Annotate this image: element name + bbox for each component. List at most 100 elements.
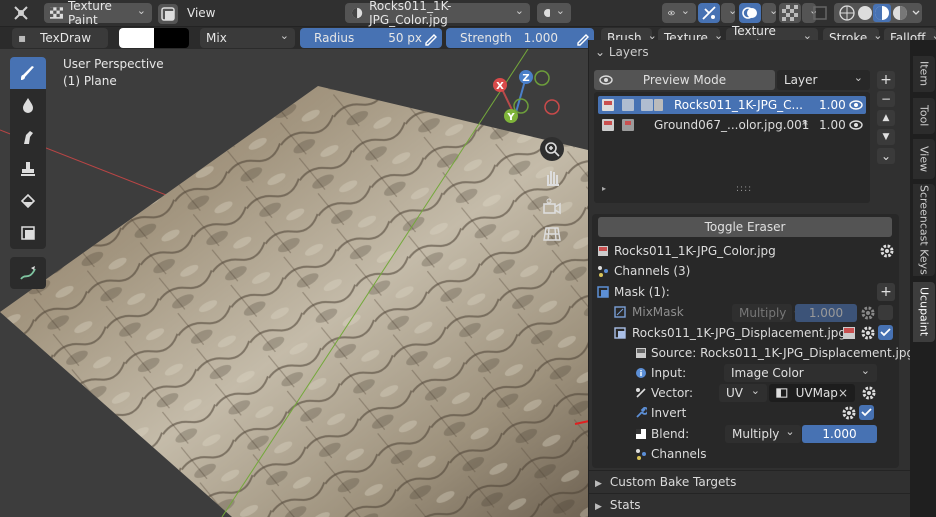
stamp-icon <box>21 162 35 176</box>
layers-header[interactable]: ⌄ Layers <box>595 45 649 59</box>
mixmask-value[interactable]: 1.000 <box>795 304 857 322</box>
move-down-button[interactable]: ▼ <box>877 129 895 145</box>
shading-wire[interactable] <box>812 3 828 23</box>
visibility-dropdown[interactable] <box>662 3 696 23</box>
blend-value-slider[interactable]: 1.000 <box>802 425 877 443</box>
layer-opacity-2[interactable]: 1.00 <box>819 118 846 132</box>
editor-type-selector[interactable] <box>6 3 40 23</box>
custom-bake-label: Custom Bake Targets <box>609 475 737 489</box>
tab-item[interactable]: Item <box>913 56 935 92</box>
list-menu-button[interactable]: ⌄ <box>877 148 895 164</box>
move-up-button[interactable]: ▲ <box>877 110 895 126</box>
layer-opacity-1[interactable]: 1.00 <box>819 98 846 112</box>
gear-icon[interactable] <box>860 305 876 321</box>
layer-list[interactable]: Rocks011_1K-JPG_C... 1.00 Ground067_...o… <box>594 92 870 203</box>
shading-dot-dropdown[interactable] <box>537 3 571 23</box>
vector-type-dropdown[interactable]: UV <box>719 384 767 402</box>
mixmask-label[interactable]: MixMask <box>632 305 684 319</box>
toggle-eraser-button[interactable]: Toggle Eraser <box>598 217 892 237</box>
list-expand-arrow[interactable]: ▸ <box>602 184 606 193</box>
mask-source[interactable]: Source: Rocks011_1K-JPG_Displacement.jpg <box>651 346 914 360</box>
camera-button[interactable] <box>542 197 562 217</box>
tab-screencast-keys[interactable]: Screencast Keys <box>913 184 935 276</box>
shading-modes[interactable] <box>834 3 922 23</box>
primary-color[interactable] <box>119 28 154 48</box>
mask-icon <box>21 226 35 240</box>
strength-slider[interactable]: Strength 1.000 <box>446 28 594 48</box>
mask-title[interactable]: Mask (1): <box>614 285 670 299</box>
mixmask-checkbox[interactable] <box>878 305 893 320</box>
invert-checkbox[interactable] <box>859 405 874 420</box>
mixmask-blend-dropdown[interactable]: Multiply <box>732 304 792 322</box>
channels-label[interactable]: Channels <box>651 447 707 461</box>
annotate-tool[interactable] <box>10 257 46 289</box>
tab-item-label: Item <box>917 61 931 87</box>
smear-tool[interactable] <box>10 121 46 153</box>
vector-icon <box>636 388 646 398</box>
tab-ucupaint[interactable]: Ucupaint <box>913 282 935 342</box>
radius-slider[interactable]: Radius 50 px <box>300 28 442 48</box>
material-image-name[interactable]: Rocks011_1K-JPG_Color.jpg <box>614 244 776 258</box>
gizmo-icon <box>702 6 716 20</box>
mode-dropdown[interactable]: Texture Paint <box>44 0 152 27</box>
gear-icon[interactable] <box>879 243 895 259</box>
check-icon <box>861 408 872 417</box>
overlays-dropdown[interactable] <box>762 3 776 23</box>
image-selector[interactable]: Rocks011_1K-JPG_Color.jpg <box>345 0 530 27</box>
uv-icon <box>776 388 788 398</box>
secondary-color[interactable] <box>154 28 189 48</box>
mask-item-name[interactable]: Rocks011_1K-JPG_Displacement.jpg <box>632 326 846 340</box>
add-mask-button[interactable]: + <box>877 283 895 301</box>
layer-name-2[interactable]: Ground067_...olor.jpg.001 <box>654 118 809 132</box>
brush-selector[interactable]: ▪ TexDraw <box>12 28 108 48</box>
close-icon[interactable]: × <box>838 386 848 400</box>
custom-bake-header[interactable]: ▶ Custom Bake Targets <box>595 475 736 489</box>
mask-icon <box>597 286 609 298</box>
ortho-button[interactable] <box>542 224 562 244</box>
add-layer-button[interactable]: + <box>877 71 895 89</box>
gear-icon[interactable] <box>861 385 877 401</box>
list-resize-handle[interactable]: :::: <box>736 184 752 194</box>
eye-icon[interactable] <box>849 100 863 110</box>
tab-ucupaint-label: Ucupaint <box>917 287 931 337</box>
tab-view[interactable]: View <box>913 139 935 179</box>
tab-tool[interactable]: Tool <box>913 98 935 134</box>
gear-icon[interactable] <box>860 325 876 341</box>
pen-pressure-icon[interactable] <box>423 30 439 46</box>
clone-tool[interactable] <box>10 153 46 185</box>
eye-icon[interactable] <box>849 120 863 130</box>
gear-icon[interactable] <box>841 405 857 421</box>
gizmo-dropdown[interactable] <box>721 3 735 23</box>
mask-enable-checkbox[interactable] <box>878 325 893 340</box>
draw-tool[interactable] <box>10 57 46 89</box>
pan-button[interactable] <box>542 167 562 187</box>
channels-count[interactable]: Channels (3) <box>614 264 690 278</box>
input-dropdown[interactable]: Image Color <box>724 364 877 382</box>
color-swatches[interactable] <box>119 28 189 48</box>
remove-layer-button[interactable]: − <box>877 91 895 107</box>
chevron-right-icon: ▶ <box>595 479 602 489</box>
image-name: Rocks011_1K-JPG_Color.jpg <box>369 0 452 27</box>
wrench-icon <box>636 407 647 418</box>
view-menu[interactable]: View <box>187 6 215 20</box>
annotate-icon <box>20 266 36 280</box>
layer-name-1[interactable]: Rocks011_1K-JPG_C... <box>674 98 803 112</box>
mask-tool[interactable] <box>10 217 46 249</box>
overlay-toggle[interactable] <box>158 4 178 24</box>
stats-header[interactable]: ▶ Stats <box>595 498 641 512</box>
blend-mode-dropdown[interactable]: Multiply <box>725 425 801 443</box>
image-icon[interactable] <box>841 325 857 341</box>
fill-tool[interactable] <box>10 185 46 217</box>
3d-viewport[interactable]: User Perspective (1) Plane X Z Y <box>0 49 588 517</box>
gizmo-z-label: Z <box>522 73 529 84</box>
soften-tool[interactable] <box>10 89 46 121</box>
xray-toggle[interactable] <box>779 3 801 23</box>
zoom-button[interactable] <box>540 137 564 161</box>
layer-dropdown[interactable]: Layer <box>777 70 870 90</box>
gizmo-toggle[interactable] <box>698 3 720 23</box>
uvmap-field[interactable]: UVMap × <box>769 384 855 402</box>
overlays-toggle[interactable] <box>739 3 761 23</box>
blend-mode-dropdown[interactable]: Mix <box>200 28 295 48</box>
navigation-gizmo[interactable]: X Z Y <box>488 66 568 146</box>
preview-mode-button[interactable]: Preview Mode <box>594 70 775 90</box>
